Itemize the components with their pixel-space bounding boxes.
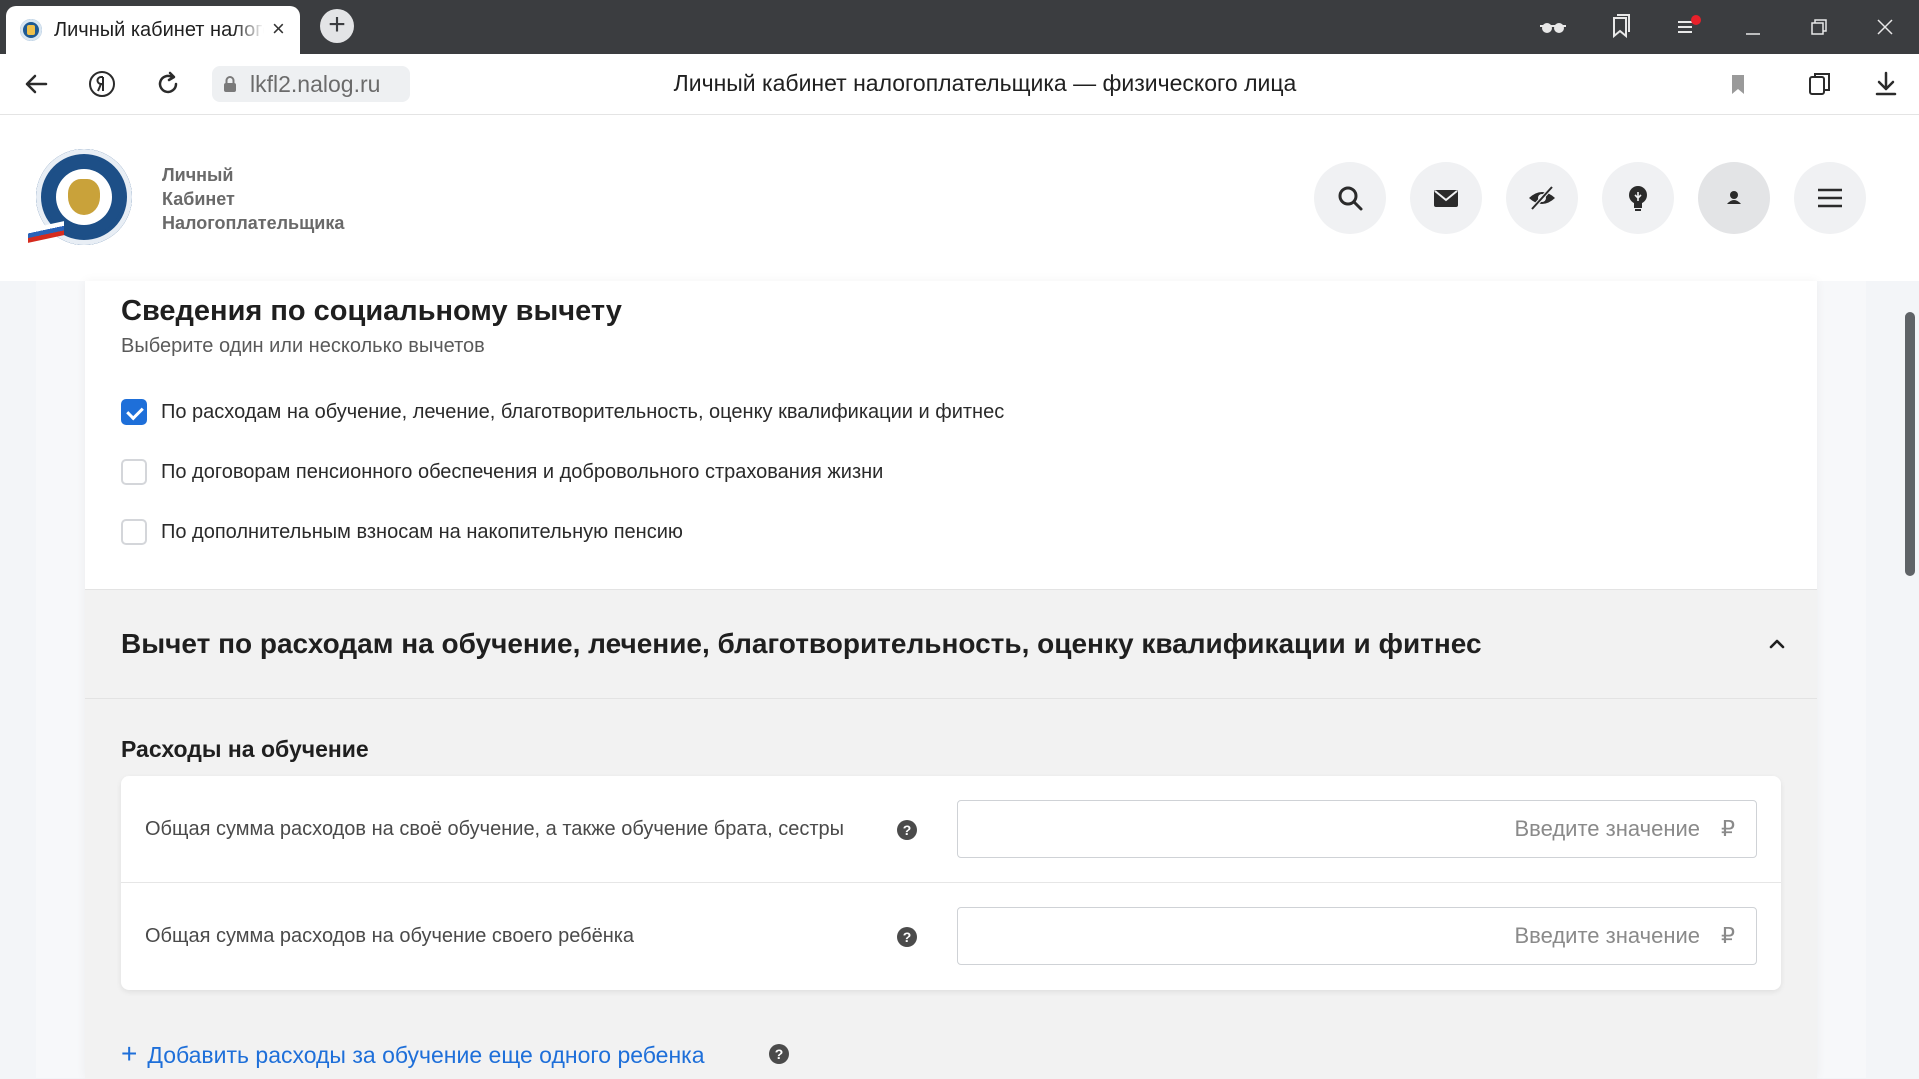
checkbox-label: По дополнительным взносам на накопительн…	[161, 521, 683, 543]
visually-impaired-button[interactable]	[1506, 162, 1578, 234]
address-bar: lkfl2.nalog.ru Личный кабинет налогоплат…	[0, 54, 1919, 115]
lightbulb-icon	[1629, 186, 1647, 211]
accordion-title: Вычет по расходам на обучение, лечение, …	[121, 628, 1482, 659]
section-title: Сведения по социальному вычету	[121, 295, 622, 327]
help-icon[interactable]: ?	[769, 1044, 789, 1064]
field-child-education: Общая сумма расходов на обучение своего …	[121, 882, 1781, 989]
browser-tab-bar: Личный кабинет налогоплательщика × +	[0, 0, 1919, 54]
help-icon[interactable]: ?	[897, 820, 917, 840]
page-title: Личный кабинет налогоплательщика — физич…	[673, 70, 1297, 96]
bookmarks-panel-icon[interactable]	[1606, 12, 1636, 42]
menu-icon[interactable]	[1672, 12, 1702, 42]
user-icon	[1727, 191, 1741, 204]
search-icon	[1338, 186, 1363, 211]
field-label: Общая сумма расходов на своё обучение, а…	[145, 818, 845, 840]
url-text[interactable]: lkfl2.nalog.ru	[250, 71, 380, 98]
checkbox-label: По договорам пенсионного обеспечения и д…	[161, 461, 884, 483]
brand-title[interactable]: Личный Кабинет Налогоплательщика	[162, 163, 344, 235]
accordion-header[interactable]: Вычет по расходам на обучение, лечение, …	[85, 590, 1817, 699]
favicon-icon	[20, 19, 42, 41]
chevron-up-icon[interactable]	[1765, 632, 1789, 656]
amount-input-own-education[interactable]	[957, 800, 1757, 858]
page-scrollbar[interactable]	[1905, 312, 1915, 576]
tab-title: Личный кабинет налогоплательщика	[54, 19, 264, 43]
add-child-expenses-link[interactable]: + Добавить расходы за обучение еще одного…	[121, 1038, 705, 1070]
minimize-icon[interactable]	[1738, 12, 1768, 42]
browser-tab[interactable]: Личный кабинет налогоплательщика ×	[6, 6, 300, 54]
messages-button[interactable]	[1410, 162, 1482, 234]
main-menu-button[interactable]	[1794, 162, 1866, 234]
eagle-icon	[68, 179, 100, 215]
download-icon[interactable]	[1870, 68, 1902, 100]
reader-glasses-icon[interactable]	[1538, 12, 1568, 42]
flag-icon	[28, 221, 64, 243]
mail-icon	[1434, 190, 1458, 207]
yandex-icon[interactable]	[86, 68, 118, 100]
accordion-education-deduction: Вычет по расходам на обучение, лечение, …	[85, 589, 1817, 1079]
site-header: Личный Кабинет Налогоплательщика	[0, 115, 1919, 281]
hints-button[interactable]	[1602, 162, 1674, 234]
education-expenses-title: Расходы на обучение	[121, 736, 369, 762]
brand-line-1: Личный	[162, 165, 234, 185]
bookmark-icon[interactable]	[1722, 68, 1754, 100]
back-icon[interactable]	[20, 68, 52, 100]
search-button[interactable]	[1314, 162, 1386, 234]
checkbox-checked[interactable]	[121, 399, 147, 425]
ruble-icon: ₽	[1721, 816, 1735, 841]
field-own-education: Общая сумма расходов на своё обучение, а…	[121, 776, 1781, 882]
section-subtitle: Выберите один или несколько вычетов	[121, 335, 485, 357]
deduction-card: Сведения по социальному вычету Выберите …	[85, 281, 1817, 1079]
field-label: Общая сумма расходов на обучение своего …	[145, 925, 635, 947]
collections-icon[interactable]	[1804, 68, 1836, 100]
plus-icon: +	[121, 1038, 138, 1069]
ruble-icon: ₽	[1721, 923, 1735, 948]
new-tab-button[interactable]: +	[320, 9, 354, 43]
restore-icon[interactable]	[1804, 12, 1834, 42]
reload-icon[interactable]	[152, 68, 184, 100]
add-link-label: Добавить расходы за обучение еще одного …	[147, 1042, 705, 1068]
close-icon[interactable]	[1870, 12, 1900, 42]
checkbox[interactable]	[121, 519, 147, 545]
education-fields: Общая сумма расходов на своё обучение, а…	[121, 776, 1781, 990]
amount-input-child-education[interactable]	[957, 907, 1757, 965]
checkbox-label: По расходам на обучение, лечение, благот…	[161, 401, 1005, 423]
hamburger-icon	[1818, 188, 1842, 208]
profile-button[interactable]	[1698, 162, 1770, 234]
eye-off-icon	[1529, 185, 1555, 211]
help-icon[interactable]: ?	[897, 927, 917, 947]
emblem-center	[56, 169, 112, 225]
lock-icon	[224, 76, 236, 92]
checkbox[interactable]	[121, 459, 147, 485]
brand-line-2: Кабинет	[162, 189, 235, 209]
tab-close-button[interactable]: ×	[272, 17, 285, 41]
brand-line-3: Налогоплательщика	[162, 213, 345, 233]
